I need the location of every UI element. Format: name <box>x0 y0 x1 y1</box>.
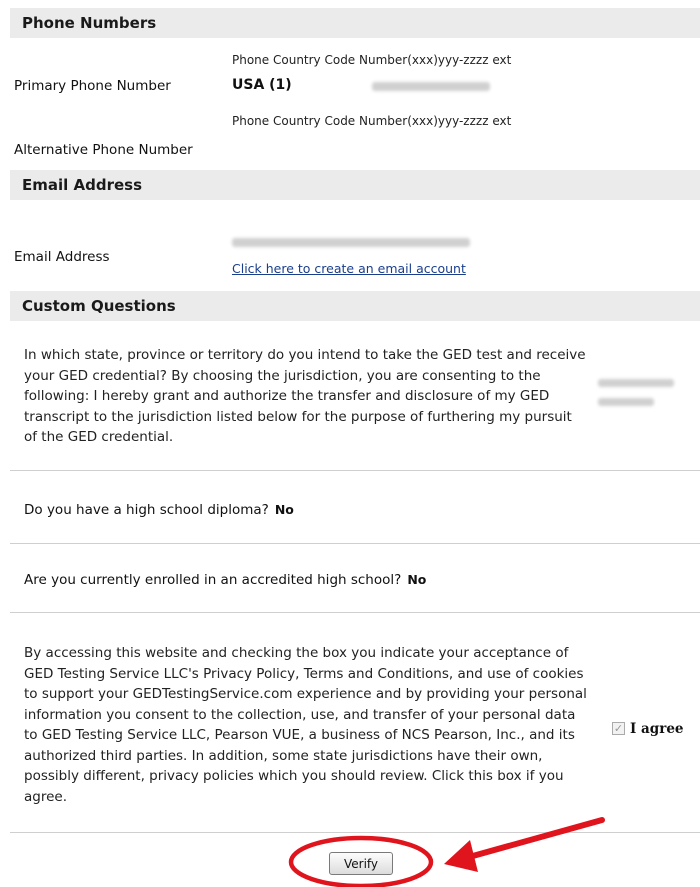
divider <box>10 543 700 544</box>
enrolled-question: Are you currently enrolled in an accredi… <box>24 572 402 588</box>
primary-phone-label: Primary Phone Number <box>14 78 171 94</box>
divider <box>10 612 700 613</box>
diploma-question: Do you have a high school diploma? <box>24 502 269 518</box>
divider <box>10 470 700 471</box>
phone-numbers-header: Phone Numbers <box>10 8 700 38</box>
primary-phone-number-redacted <box>372 82 490 91</box>
enrolled-question-row: Are you currently enrolled in an accredi… <box>24 572 426 588</box>
primary-phone-country: USA (1) <box>232 77 292 93</box>
agree-checkbox[interactable]: ✓ <box>612 722 625 735</box>
alternative-phone-label: Alternative Phone Number <box>14 142 193 158</box>
diploma-question-row: Do you have a high school diploma? No <box>24 502 294 518</box>
jurisdiction-answer-redacted-line1 <box>598 379 674 387</box>
privacy-consent-text: By accessing this website and checking t… <box>24 645 587 805</box>
email-address-header: Email Address <box>10 170 700 200</box>
annotation-arrow-shaft <box>459 817 605 862</box>
divider <box>10 832 700 833</box>
agree-label: I agree <box>630 721 684 737</box>
jurisdiction-answer-redacted-line2 <box>598 398 654 406</box>
alternative-phone-format-hint: Phone Country Code Number(xxx)yyy-zzzz e… <box>232 114 512 128</box>
create-email-account-link[interactable]: Click here to create an email account <box>232 261 466 276</box>
custom-questions-header: Custom Questions <box>10 291 700 321</box>
annotation-arrow-head <box>444 840 478 872</box>
email-value-redacted <box>232 238 470 247</box>
email-address-label: Email Address <box>14 249 110 265</box>
verify-button[interactable]: Verify <box>329 852 393 875</box>
jurisdiction-question: In which state, province or territory do… <box>24 347 586 445</box>
primary-phone-format-hint: Phone Country Code Number(xxx)yyy-zzzz e… <box>232 53 512 67</box>
diploma-answer: No <box>274 502 294 517</box>
enrolled-answer: No <box>407 572 427 587</box>
